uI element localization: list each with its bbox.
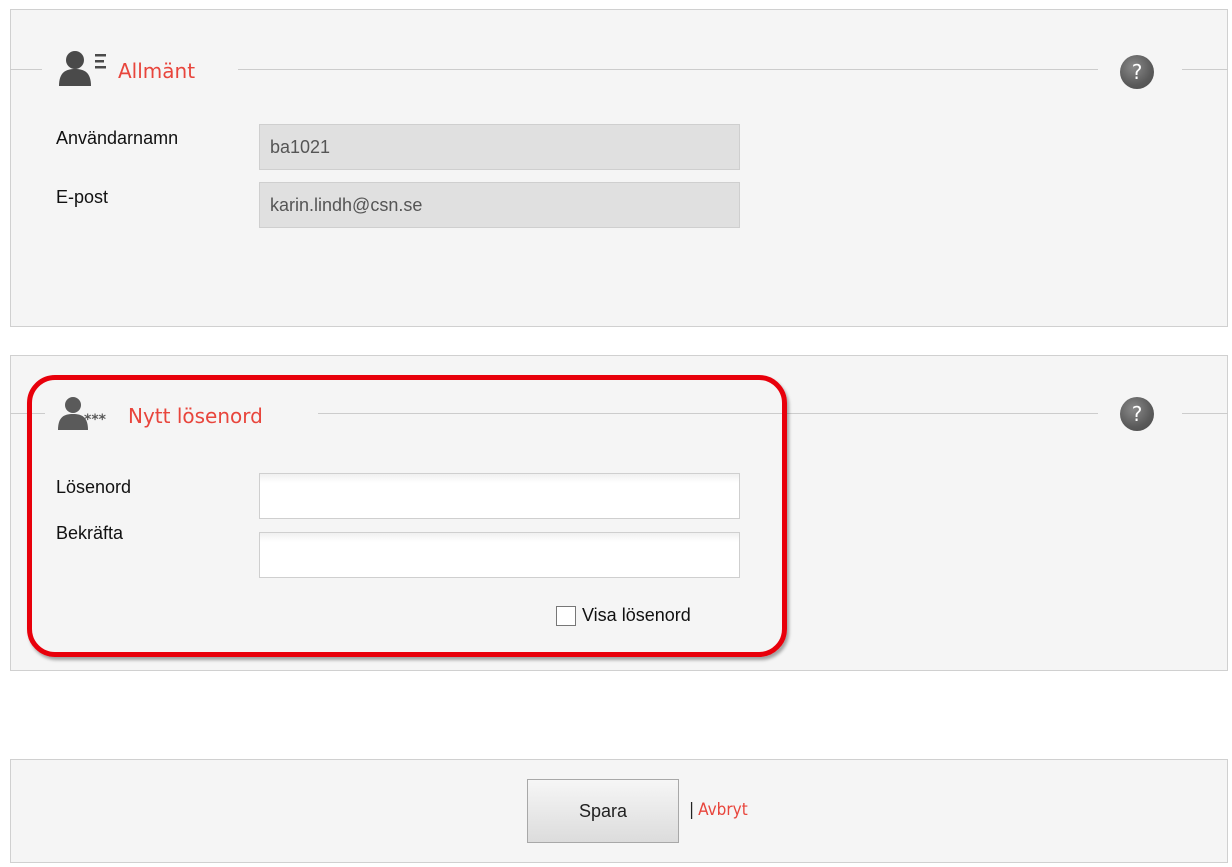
user-profile-icon — [58, 50, 108, 91]
show-password-checkbox[interactable] — [556, 605, 576, 626]
username-field[interactable] — [259, 124, 740, 170]
legend-line-left — [10, 413, 45, 414]
save-button[interactable]: Spara — [527, 779, 679, 843]
password-legend: *** Nytt lösenord — [58, 396, 263, 435]
show-password-option[interactable]: Visa lösenord — [556, 605, 691, 626]
password-field[interactable] — [259, 473, 740, 519]
legend-line-end — [1182, 413, 1228, 414]
password-title: Nytt lösenord — [128, 403, 263, 428]
cancel-link[interactable]: Avbryt — [698, 800, 748, 820]
svg-text:***: *** — [84, 412, 107, 428]
confirm-password-field[interactable] — [259, 532, 740, 578]
email-label: E-post — [56, 187, 109, 207]
legend-line-right — [238, 69, 1098, 70]
help-icon[interactable]: ? — [1120, 55, 1154, 89]
username-label: Användarnamn — [56, 128, 179, 148]
general-legend: Allmänt — [58, 50, 195, 91]
help-icon[interactable]: ? — [1120, 397, 1154, 431]
user-password-icon: *** — [58, 396, 118, 435]
general-title: Allmänt — [118, 58, 196, 83]
show-password-label: Visa lösenord — [582, 605, 691, 625]
email-field[interactable] — [259, 182, 740, 228]
legend-line-end — [1182, 69, 1228, 70]
password-label: Lösenord — [56, 477, 132, 497]
separator: | — [689, 800, 695, 820]
cancel-area: | Avbryt — [689, 800, 748, 820]
legend-line-right — [318, 413, 1098, 414]
legend-line-left — [10, 69, 42, 70]
confirm-label: Bekräfta — [56, 523, 124, 543]
